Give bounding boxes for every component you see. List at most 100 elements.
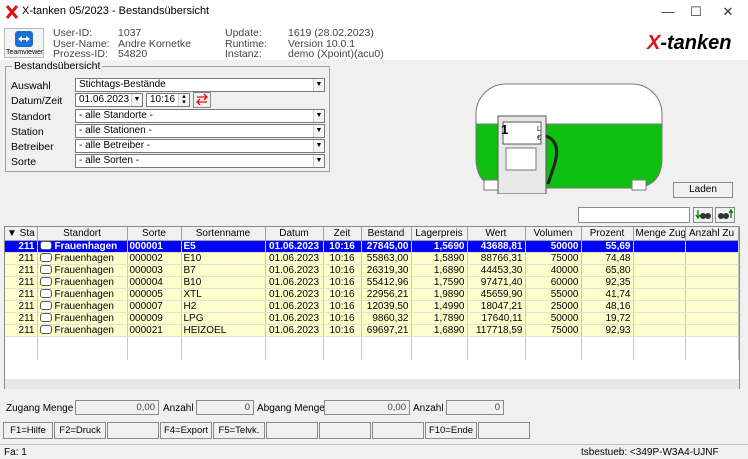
sorte-value: - alle Sorten - — [79, 155, 140, 166]
table-cell: E10 — [181, 252, 266, 265]
table-cell: 211 — [5, 312, 38, 325]
table-cell: 10:16 — [323, 252, 362, 265]
betreiber-select[interactable]: - alle Betreiber - ▼ — [75, 139, 325, 153]
table-cell: 211 — [5, 300, 38, 313]
table-cell: 69697,21 — [361, 324, 412, 337]
datum-input[interactable]: 01.06.2023 ▼ — [75, 93, 143, 107]
table-cell: 117718,59 — [467, 324, 526, 337]
station-select[interactable]: - alle Stationen - ▼ — [75, 124, 325, 138]
maximize-button[interactable]: ☐ — [682, 2, 710, 22]
column-header[interactable]: Standort — [37, 227, 128, 241]
teamviewer-button[interactable]: Teamviewer — [4, 28, 44, 58]
table-cell: 75000 — [525, 324, 582, 337]
function-key-button[interactable] — [319, 422, 371, 439]
laden-button[interactable]: Laden — [673, 182, 733, 198]
function-key-button[interactable] — [107, 422, 159, 439]
table-cell: 211 — [5, 324, 38, 337]
brand-logo: X-tanken — [647, 32, 732, 54]
table-row[interactable]: 211 Frauenhagen 000005 XTL 01.06.2023 10:16 22… — [5, 288, 739, 301]
table-cell: 55000 — [525, 288, 582, 301]
anzahl-abgang-field: 0 — [446, 400, 504, 415]
table-row[interactable]: 211 Frauenhagen 000009 LPG 01.06.2023 10:16 98… — [5, 312, 739, 325]
table-cell: Frauenhagen — [37, 288, 128, 301]
tank-illustration-icon: 1 L € — [475, 83, 663, 194]
zeit-input[interactable]: 10:16 ▴ ▾ — [146, 93, 190, 107]
table-header-row: ▼ Sta Standort Sorte Sortenname Datum Zeit Bes… — [5, 227, 739, 241]
spinner-icon[interactable]: ▴ ▾ — [178, 93, 189, 106]
function-key-button[interactable] — [372, 422, 424, 439]
column-header[interactable]: Sorte — [127, 227, 182, 241]
table-row[interactable]: 211 Frauenhagen 000002 E10 01.06.2023 10:16 55… — [5, 252, 739, 265]
tank-gauge-liter: L — [537, 126, 541, 133]
station-icon — [39, 241, 52, 251]
sorte-select[interactable]: - alle Sorten - ▼ — [75, 154, 325, 168]
function-key-button[interactable]: F5=Telvk. — [213, 422, 265, 439]
empty-cell — [323, 336, 362, 348]
column-header[interactable]: Anzahl Zu — [685, 227, 739, 241]
betreiber-value: - alle Betreiber - — [79, 140, 151, 151]
horizontal-scrollbar[interactable] — [5, 379, 739, 389]
column-header[interactable]: Prozent — [581, 227, 634, 241]
table-cell: 211 — [5, 252, 38, 265]
search-up-button[interactable] — [715, 207, 735, 223]
table-cell: 211 — [5, 276, 38, 289]
close-button[interactable]: ✕ — [714, 2, 742, 22]
swap-button[interactable] — [193, 92, 211, 108]
table-row[interactable]: 211 Frauenhagen 000001 E5 01.06.2023 10:16 278… — [5, 240, 739, 253]
filter-group-title: Bestandsübersicht — [12, 60, 103, 72]
table-cell: HEIZOEL — [181, 324, 266, 337]
column-header[interactable]: ▼ Sta — [5, 227, 38, 241]
column-header[interactable]: Bestand — [361, 227, 412, 241]
table-row[interactable]: 211 Frauenhagen 000003 B7 01.06.2023 10:16 263… — [5, 264, 739, 277]
table-row[interactable]: 211 Frauenhagen 000007 H2 01.06.2023 10:16 120… — [5, 300, 739, 313]
function-key-button[interactable]: F10=Ende — [425, 422, 477, 439]
station-icon — [39, 289, 52, 299]
table-cell: 92,93 — [581, 324, 634, 337]
chevron-down-icon: ▼ — [313, 155, 324, 167]
function-key-button[interactable]: F2=Druck — [54, 422, 106, 439]
auswahl-select[interactable]: Stichtags-Bestände ▼ — [75, 78, 325, 92]
table-cell: 44453,30 — [467, 264, 526, 277]
table-cell: B10 — [181, 276, 266, 289]
search-down-button[interactable] — [693, 207, 713, 223]
table-cell: 45659,90 — [467, 288, 526, 301]
function-key-button[interactable] — [478, 422, 530, 439]
standort-text: Frauenhagen — [54, 288, 115, 300]
table-cell: 92,35 — [581, 276, 634, 289]
station-icon — [39, 301, 52, 311]
function-key-button[interactable]: F1=Hilfe — [3, 422, 53, 439]
column-header[interactable]: Wert — [467, 227, 526, 241]
standort-select[interactable]: - alle Standorte - ▼ — [75, 109, 325, 123]
table-cell — [633, 288, 686, 301]
column-header[interactable]: Zeit — [323, 227, 362, 241]
table-cell: 01.06.2023 — [265, 312, 324, 325]
zugang-menge-field: 0,00 — [75, 400, 159, 415]
table-cell: B7 — [181, 264, 266, 277]
function-key-button[interactable] — [266, 422, 318, 439]
column-header[interactable]: Menge Zug — [633, 227, 686, 241]
standort-text: Frauenhagen — [54, 312, 115, 324]
bestand-table[interactable]: ▼ Sta Standort Sorte Sortenname Datum Zeit Bes… — [4, 226, 740, 389]
standort-text: Frauenhagen — [54, 300, 115, 312]
table-cell: 1,6890 — [411, 264, 468, 277]
anzahl-zugang-field: 0 — [196, 400, 254, 415]
search-input[interactable] — [578, 207, 690, 223]
standort-text: Frauenhagen — [54, 324, 115, 336]
column-header[interactable]: Volumen — [525, 227, 582, 241]
column-header[interactable]: Lagerpreis — [411, 227, 468, 241]
table-cell: 27845,00 — [361, 240, 412, 253]
column-header[interactable]: Datum — [265, 227, 324, 241]
table-row[interactable]: 211 Frauenhagen 000004 B10 01.06.2023 10:16 55… — [5, 276, 739, 289]
auswahl-value: Stichtags-Bestände — [79, 79, 166, 90]
empty-cell — [361, 336, 412, 348]
column-header[interactable]: Sortenname — [181, 227, 266, 241]
table-cell: Frauenhagen — [37, 324, 128, 337]
empty-cell — [525, 336, 582, 348]
table-cell: 25000 — [525, 300, 582, 313]
minimize-button[interactable]: — — [654, 2, 682, 22]
table-row[interactable]: 211 Frauenhagen 000021 HEIZOEL 01.06.2023 10:… — [5, 324, 739, 337]
standort-text: Frauenhagen — [54, 240, 118, 252]
function-key-button[interactable]: F4=Export — [160, 422, 212, 439]
instanz-label: Instanz: — [225, 48, 262, 60]
table-cell: 10:16 — [323, 264, 362, 277]
